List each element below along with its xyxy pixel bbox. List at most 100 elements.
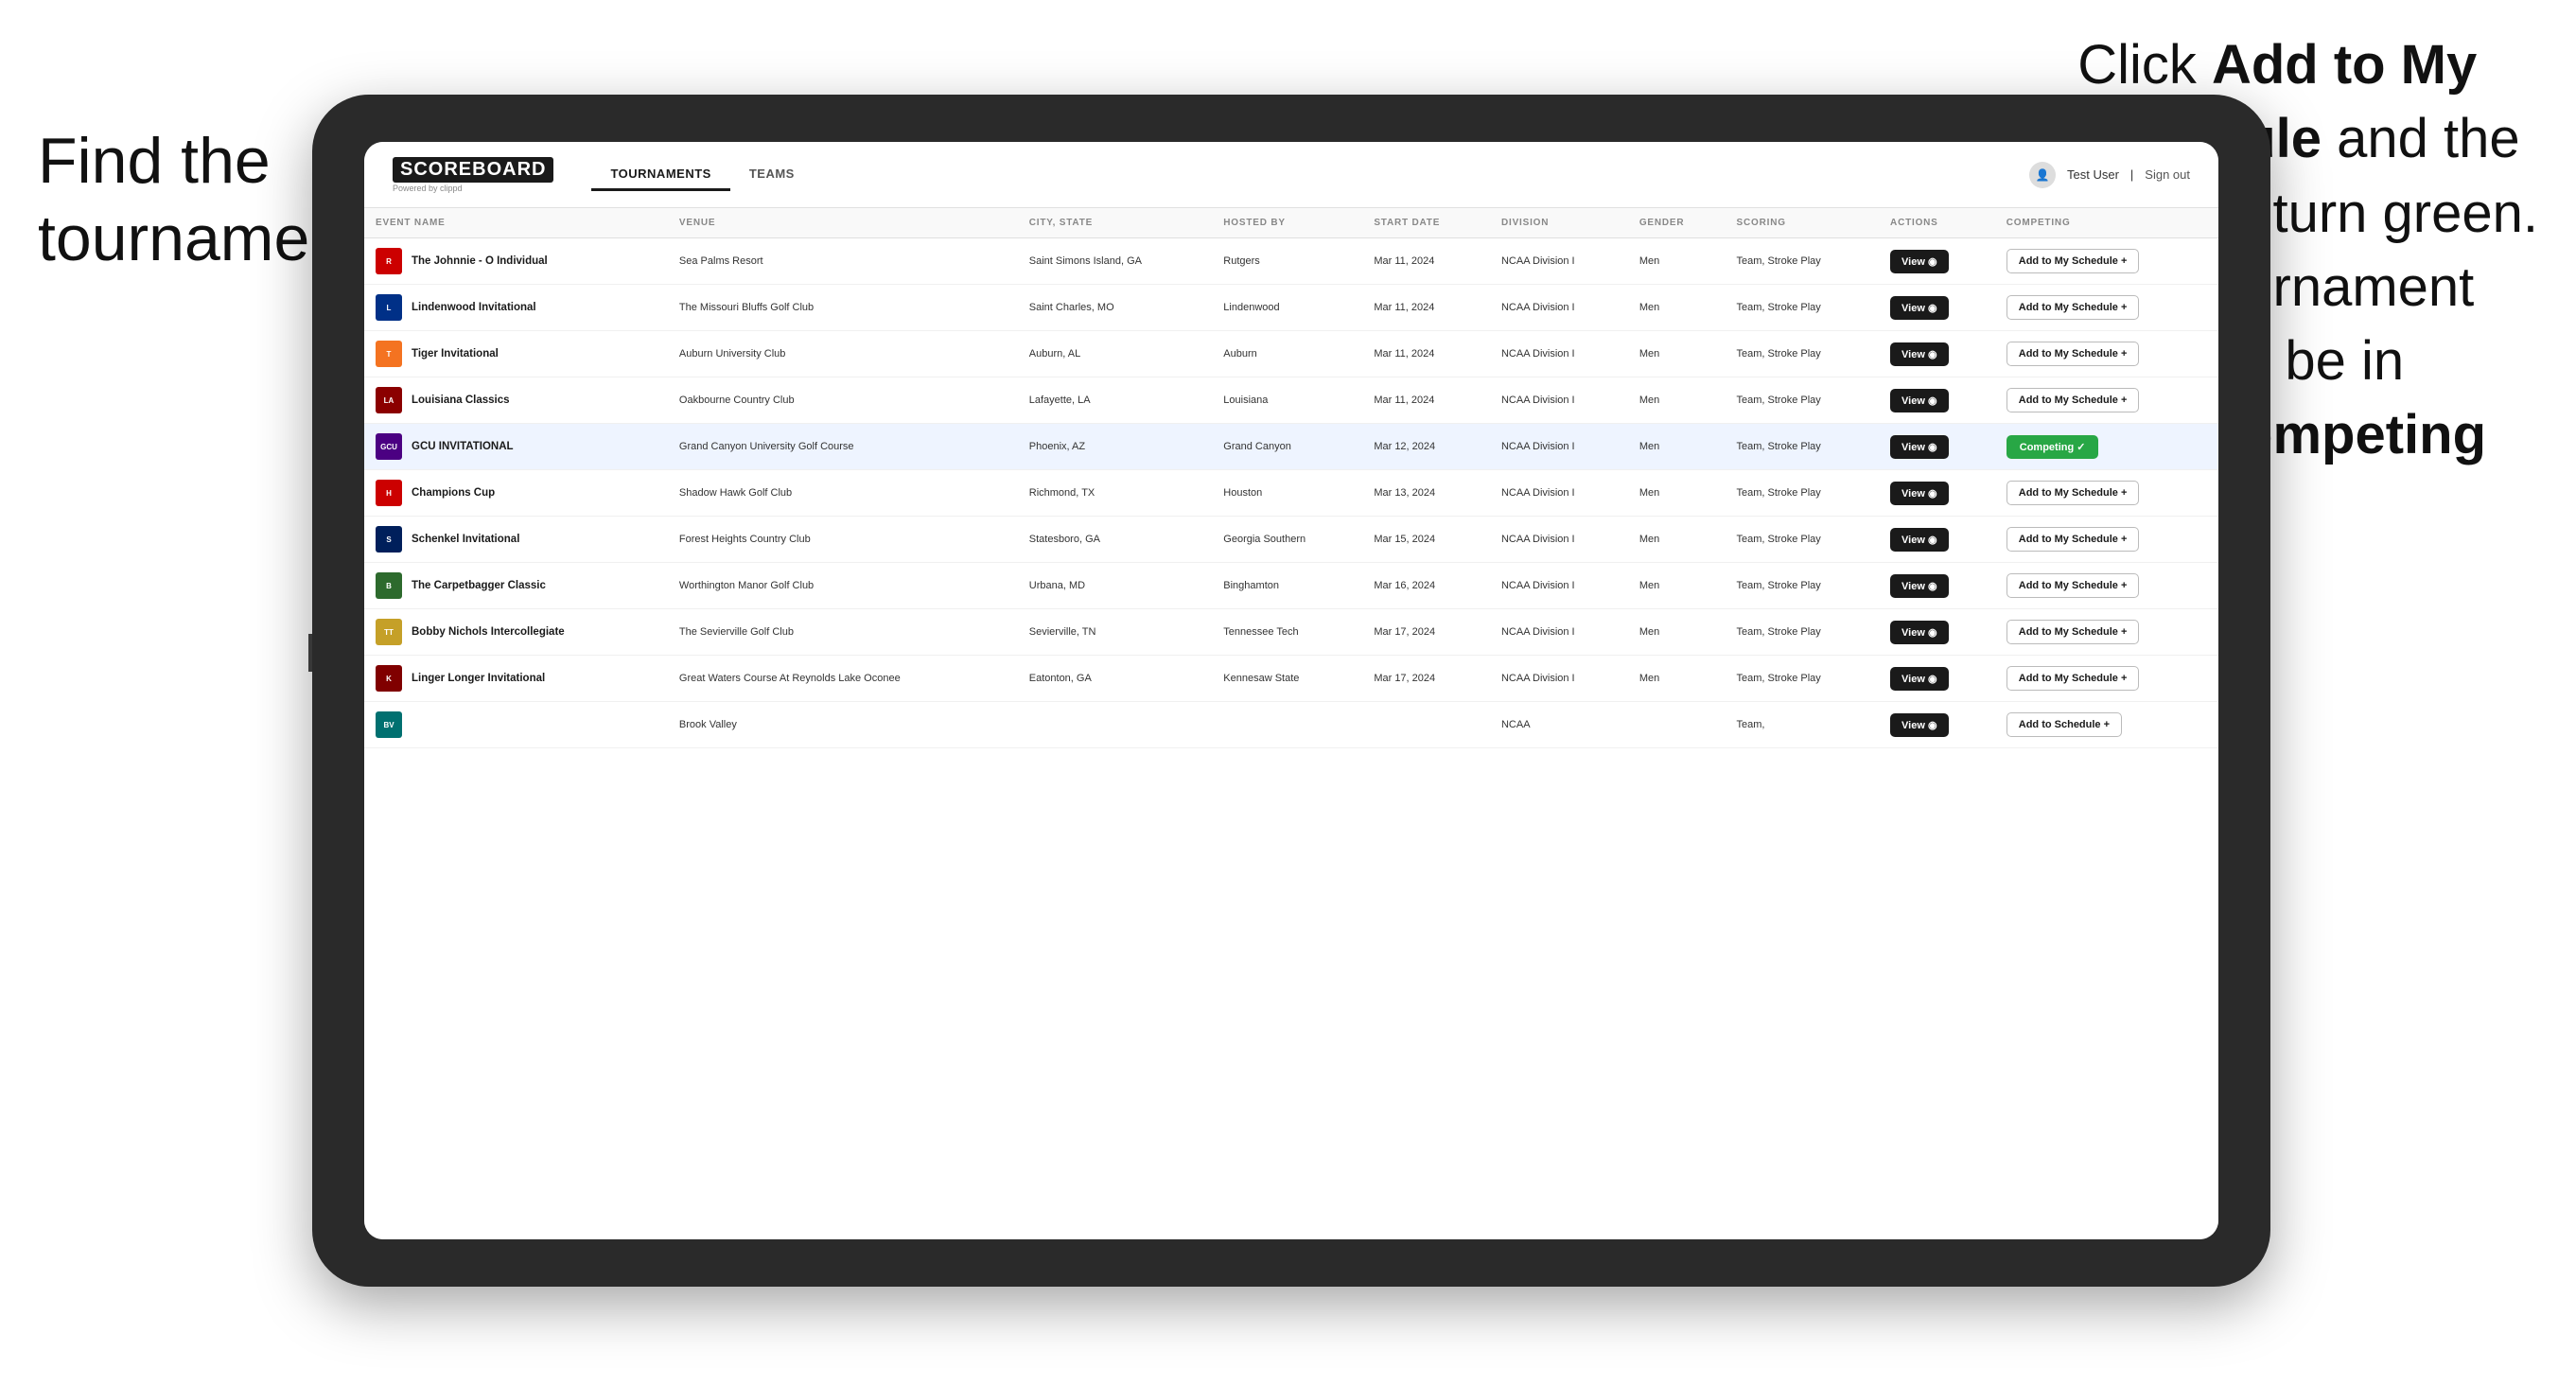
add-to-schedule-button[interactable]: Add to My Schedule + <box>2006 249 2140 273</box>
start-date-cell: Mar 11, 2024 <box>1362 377 1490 424</box>
division-cell: NCAA Division I <box>1490 470 1628 517</box>
view-button[interactable]: View ◉ <box>1890 296 1949 320</box>
view-button[interactable]: View ◉ <box>1890 621 1949 644</box>
actions-cell: View ◉ <box>1879 656 1995 702</box>
city-state-cell: Auburn, AL <box>1018 331 1213 377</box>
scoring-cell: Team, Stroke Play <box>1726 285 1880 331</box>
division-cell: NCAA Division I <box>1490 285 1628 331</box>
venue-cell: Sea Palms Resort <box>668 238 1018 285</box>
venue-cell: Oakbourne Country Club <box>668 377 1018 424</box>
start-date-cell: Mar 13, 2024 <box>1362 470 1490 517</box>
table-header-row: EVENT NAME VENUE CITY, STATE HOSTED BY S… <box>364 208 2218 238</box>
tablet-screen: SCOREBOARD Powered by clippd TOURNAMENTS… <box>364 142 2218 1239</box>
start-date-cell: Mar 16, 2024 <box>1362 563 1490 609</box>
gender-cell: Men <box>1628 609 1726 656</box>
division-cell: NCAA Division I <box>1490 238 1628 285</box>
start-date-cell: Mar 17, 2024 <box>1362 656 1490 702</box>
tournament-table-container[interactable]: EVENT NAME VENUE CITY, STATE HOSTED BY S… <box>364 208 2218 1239</box>
city-state-cell: Phoenix, AZ <box>1018 424 1213 470</box>
add-to-schedule-button[interactable]: Add to My Schedule + <box>2006 342 2140 366</box>
venue-cell: Shadow Hawk Golf Club <box>668 470 1018 517</box>
division-cell: NCAA Division I <box>1490 609 1628 656</box>
event-name: The Carpetbagger Classic <box>412 580 546 591</box>
venue-cell: Grand Canyon University Golf Course <box>668 424 1018 470</box>
event-name-cell: R The Johnnie - O Individual <box>364 238 668 285</box>
actions-cell: View ◉ <box>1879 517 1995 563</box>
table-row: GCU GCU INVITATIONAL Grand Canyon Univer… <box>364 424 2218 470</box>
division-cell: NCAA Division I <box>1490 563 1628 609</box>
view-button[interactable]: View ◉ <box>1890 250 1949 273</box>
add-to-schedule-button[interactable]: Add to My Schedule + <box>2006 620 2140 644</box>
hosted-by-cell: Kennesaw State <box>1212 656 1362 702</box>
team-logo: H <box>376 480 402 506</box>
col-start-date: START DATE <box>1362 208 1490 238</box>
competing-cell: Add to My Schedule + <box>1995 331 2218 377</box>
event-name-cell: S Schenkel Invitational <box>364 517 668 563</box>
view-button[interactable]: View ◉ <box>1890 667 1949 691</box>
competing-cell: Add to My Schedule + <box>1995 563 2218 609</box>
table-row: T Tiger Invitational Auburn University C… <box>364 331 2218 377</box>
divider: | <box>2130 167 2133 182</box>
add-to-schedule-button[interactable]: Add to My Schedule + <box>2006 666 2140 691</box>
competing-cell: Add to My Schedule + <box>1995 377 2218 424</box>
competing-cell: Competing ✓ <box>1995 424 2218 470</box>
event-name-cell: T Tiger Invitational <box>364 331 668 377</box>
table-row: K Linger Longer Invitational Great Water… <box>364 656 2218 702</box>
tab-teams[interactable]: TEAMS <box>730 159 814 191</box>
user-label: Test User <box>2067 167 2119 182</box>
event-name: Champions Cup <box>412 487 495 499</box>
hosted-by-cell: Grand Canyon <box>1212 424 1362 470</box>
competing-cell: Add to My Schedule + <box>1995 609 2218 656</box>
competing-cell: Add to My Schedule + <box>1995 656 2218 702</box>
view-button[interactable]: View ◉ <box>1890 435 1949 459</box>
tab-tournaments[interactable]: TOURNAMENTS <box>591 159 729 191</box>
col-city-state: CITY, STATE <box>1018 208 1213 238</box>
view-button[interactable]: View ◉ <box>1890 528 1949 552</box>
team-logo: S <box>376 526 402 553</box>
col-gender: GENDER <box>1628 208 1726 238</box>
start-date-cell: Mar 11, 2024 <box>1362 238 1490 285</box>
scoring-cell: Team, Stroke Play <box>1726 424 1880 470</box>
add-to-schedule-button[interactable]: Add to My Schedule + <box>2006 388 2140 412</box>
actions-cell: View ◉ <box>1879 563 1995 609</box>
view-button[interactable]: View ◉ <box>1890 389 1949 412</box>
start-date-cell: Mar 17, 2024 <box>1362 609 1490 656</box>
scoring-cell: Team, Stroke Play <box>1726 331 1880 377</box>
sign-out-link[interactable]: Sign out <box>2145 167 2190 182</box>
city-state-cell: Eatonton, GA <box>1018 656 1213 702</box>
app-header: SCOREBOARD Powered by clippd TOURNAMENTS… <box>364 142 2218 208</box>
scoring-cell: Team, Stroke Play <box>1726 470 1880 517</box>
hosted-by-cell: Auburn <box>1212 331 1362 377</box>
start-date-cell: Mar 12, 2024 <box>1362 424 1490 470</box>
actions-cell: View ◉ <box>1879 331 1995 377</box>
add-to-schedule-button[interactable]: Add to My Schedule + <box>2006 481 2140 505</box>
add-to-schedule-button[interactable]: Add to My Schedule + <box>2006 573 2140 598</box>
view-button[interactable]: View ◉ <box>1890 713 1949 737</box>
view-button[interactable]: View ◉ <box>1890 342 1949 366</box>
app-logo-sub: Powered by clippd <box>393 184 463 193</box>
city-state-cell: Saint Simons Island, GA <box>1018 238 1213 285</box>
add-to-schedule-button[interactable]: Add to My Schedule + <box>2006 295 2140 320</box>
city-state-cell: Lafayette, LA <box>1018 377 1213 424</box>
actions-cell: View ◉ <box>1879 424 1995 470</box>
team-logo: B <box>376 572 402 599</box>
view-button[interactable]: View ◉ <box>1890 482 1949 505</box>
view-button[interactable]: View ◉ <box>1890 574 1949 598</box>
city-state-cell: Urbana, MD <box>1018 563 1213 609</box>
table-row: H Champions Cup Shadow Hawk Golf ClubRic… <box>364 470 2218 517</box>
col-event-name: EVENT NAME <box>364 208 668 238</box>
venue-cell: The Sevierville Golf Club <box>668 609 1018 656</box>
add-to-schedule-button[interactable]: Add to Schedule + <box>2006 712 2122 737</box>
actions-cell: View ◉ <box>1879 609 1995 656</box>
venue-cell: The Missouri Bluffs Golf Club <box>668 285 1018 331</box>
table-row: LA Louisiana Classics Oakbourne Country … <box>364 377 2218 424</box>
scoring-cell: Team, Stroke Play <box>1726 609 1880 656</box>
division-cell: NCAA Division I <box>1490 424 1628 470</box>
competing-button[interactable]: Competing ✓ <box>2006 435 2099 459</box>
tournament-table: EVENT NAME VENUE CITY, STATE HOSTED BY S… <box>364 208 2218 748</box>
city-state-cell: Saint Charles, MO <box>1018 285 1213 331</box>
competing-cell: Add to Schedule + <box>1995 702 2218 748</box>
hosted-by-cell: Georgia Southern <box>1212 517 1362 563</box>
start-date-cell: Mar 15, 2024 <box>1362 517 1490 563</box>
add-to-schedule-button[interactable]: Add to My Schedule + <box>2006 527 2140 552</box>
